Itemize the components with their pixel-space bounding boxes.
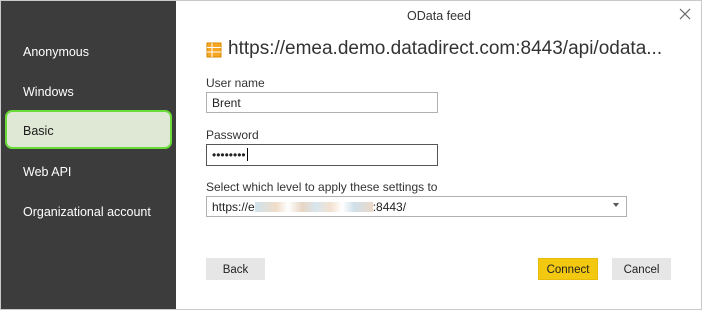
source-url-row: https://emea.demo.datadirect.com:8443/ap…	[206, 38, 686, 63]
level-select[interactable]: https://e :8443/	[206, 196, 627, 217]
password-mask: ••••••••	[212, 148, 246, 162]
sidebar-item-anonymous[interactable]: Anonymous	[23, 45, 89, 59]
connect-button[interactable]: Connect	[538, 258, 598, 280]
level-label: Select which level to apply these settin…	[206, 180, 438, 194]
sidebar-item-organizational-account[interactable]: Organizational account	[23, 205, 151, 219]
chevron-down-icon	[613, 203, 619, 207]
dialog-title: OData feed	[407, 9, 471, 23]
level-value-suffix: :8443/	[372, 200, 407, 214]
username-field[interactable]: Brent	[206, 92, 438, 113]
password-field[interactable]: ••••••••	[206, 144, 438, 166]
cancel-button[interactable]: Cancel	[612, 258, 671, 280]
odata-credentials-dialog: Anonymous Windows Basic Web API Organiza…	[0, 0, 702, 310]
sidebar-item-basic[interactable]: Basic	[5, 110, 172, 149]
sidebar-item-label: Basic	[23, 124, 54, 138]
text-caret	[246, 148, 248, 161]
auth-method-sidebar: Anonymous Windows Basic Web API Organiza…	[1, 1, 176, 309]
redacted-url-segment	[254, 202, 373, 212]
source-url: https://emea.demo.datadirect.com:8443/ap…	[228, 38, 663, 59]
back-button[interactable]: Back	[206, 258, 265, 280]
sidebar-item-windows[interactable]: Windows	[23, 85, 74, 99]
table-icon	[206, 42, 222, 58]
sidebar-item-web-api[interactable]: Web API	[23, 165, 71, 179]
password-label: Password	[206, 128, 259, 142]
close-icon[interactable]	[676, 5, 694, 23]
level-value-prefix: https://e	[212, 200, 255, 214]
username-label: User name	[206, 76, 265, 90]
